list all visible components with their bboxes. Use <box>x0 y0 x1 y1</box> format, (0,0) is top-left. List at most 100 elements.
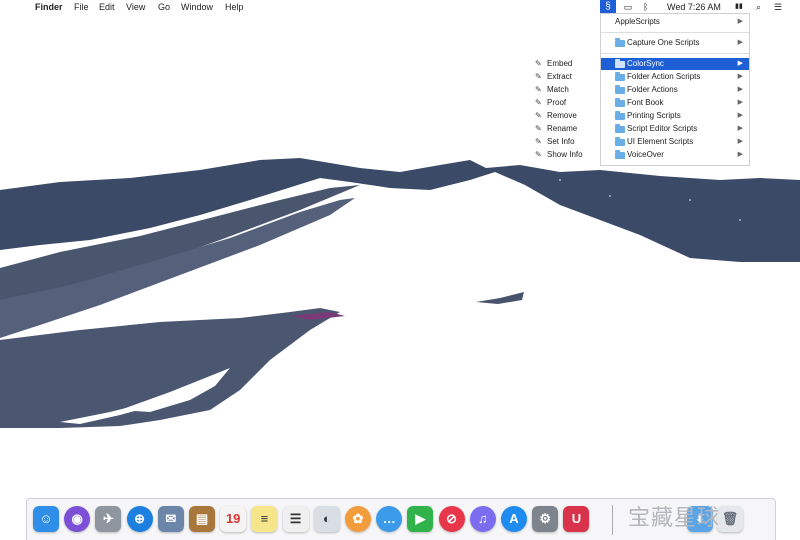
app-store-icon[interactable]: A <box>501 506 527 532</box>
submenu-arrow-icon: ▶ <box>737 151 743 158</box>
folder-icon <box>615 38 625 47</box>
script-menu-item-label: Script Editor Scripts <box>627 124 698 133</box>
script-menu-item-font-book[interactable]: Font Book ▶ <box>601 97 749 109</box>
magnet-icon[interactable]: U <box>563 506 590 532</box>
colorsync-item-rename[interactable]: ✎ Rename <box>533 122 599 135</box>
menu-help[interactable]: Help <box>225 0 244 14</box>
script-menu-item-label: Folder Action Scripts <box>627 72 701 81</box>
messages-icon[interactable]: … <box>376 506 403 532</box>
folder-icon <box>615 59 625 68</box>
script-menu-item-folder-action-scripts[interactable]: Folder Action Scripts ▶ <box>601 71 749 83</box>
script-menu-dropdown: AppleScripts ▶ Capture One Scripts ▶ Col… <box>600 13 750 166</box>
menu-window[interactable]: Window <box>181 0 213 14</box>
colorsync-item-remove[interactable]: ✎ Remove <box>533 109 599 122</box>
script-menu-icon[interactable]: § <box>600 0 616 14</box>
menu-separator <box>601 32 749 33</box>
reminders-icon[interactable]: ☰ <box>282 506 309 532</box>
menu-app-name[interactable]: Finder <box>35 0 63 14</box>
trash-icon[interactable]: 🗑 <box>717 506 743 532</box>
airplay-icon[interactable]: ▭ <box>621 0 635 14</box>
script-menu-item-label: ColorSync <box>627 59 664 68</box>
script-menu-item-label: AppleScripts <box>615 17 660 26</box>
colorsync-item-label: Set Info <box>547 137 575 146</box>
script-menu-item-applescripts[interactable]: AppleScripts ▶ <box>601 16 749 28</box>
folder-icon <box>615 150 625 159</box>
colorsync-item-extract[interactable]: ✎ Extract <box>533 70 599 83</box>
script-icon: ✎ <box>535 137 542 146</box>
script-icon: ✎ <box>535 72 542 81</box>
folder-icon <box>615 72 625 81</box>
menu-view[interactable]: View <box>126 0 145 14</box>
calendar-icon[interactable]: 19 <box>220 506 247 532</box>
script-menu-item-printing-scripts[interactable]: Printing Scripts ▶ <box>601 110 749 122</box>
colorsync-item-label: Remove <box>547 111 577 120</box>
script-icon: ✎ <box>535 98 542 107</box>
colorsync-item-match[interactable]: ✎ Match <box>533 83 599 96</box>
colorsync-item-label: Match <box>547 85 569 94</box>
colorsync-item-label: Proof <box>547 98 567 107</box>
facetime-icon[interactable]: ▶ <box>407 506 434 532</box>
colorsync-item-label: Show Info <box>547 150 583 159</box>
colorsync-item-set-info[interactable]: ✎ Set Info <box>533 135 599 148</box>
system-preferences-icon[interactable]: ⚙ <box>532 506 559 532</box>
siri-icon[interactable]: ◉ <box>64 506 91 532</box>
script-menu-item-colorsync[interactable]: ColorSync ▶ <box>601 58 749 70</box>
submenu-arrow-icon: ▶ <box>737 112 743 119</box>
script-menu-item-ui-element-scripts[interactable]: UI Element Scripts ▶ <box>601 136 749 148</box>
submenu-arrow-icon: ▶ <box>737 125 743 132</box>
folder-icon <box>615 85 625 94</box>
colorsync-item-label: Embed <box>547 59 573 68</box>
script-icon: ✎ <box>535 59 542 68</box>
folder-icon <box>615 124 625 133</box>
folder-icon <box>615 111 625 120</box>
script-menu-item-label: Printing Scripts <box>627 111 681 120</box>
script-menu-item-label: VoiceOver <box>627 150 664 159</box>
notebook-icon[interactable]: ▤ <box>189 506 215 532</box>
menu-file[interactable]: File <box>74 0 89 14</box>
script-menu-item-folder-actions[interactable]: Folder Actions ▶ <box>601 84 749 96</box>
submenu-arrow-icon: ▶ <box>737 99 743 106</box>
folder-icon <box>615 98 625 107</box>
script-icon: ✎ <box>535 111 542 120</box>
script-menu-item-label: Folder Actions <box>627 85 678 94</box>
script-menu-item-script-editor-scripts[interactable]: Script Editor Scripts ▶ <box>601 123 749 135</box>
script-menu-item-label: UI Element Scripts <box>627 137 694 146</box>
menu-bar: Finder File Edit View Go Window Help § ▭… <box>0 0 800 14</box>
safari-icon[interactable]: ⊕ <box>126 506 153 532</box>
script-menu-item-capture-one-scripts[interactable]: Capture One Scripts ▶ <box>601 37 749 49</box>
submenu-arrow-icon: ▶ <box>737 86 743 93</box>
submenu-arrow-icon: ▶ <box>737 39 743 46</box>
dock-separator <box>612 505 613 535</box>
menubar-clock[interactable]: Wed 7:26 AM <box>667 0 721 14</box>
notification-center-icon[interactable]: ☰ <box>774 0 782 14</box>
spotlight-search-icon[interactable]: ⌕ <box>756 0 761 14</box>
script-menu-item-voiceover[interactable]: VoiceOver ▶ <box>601 149 749 161</box>
script-menu-item-label: Capture One Scripts <box>627 38 700 47</box>
flag-icon[interactable]: ▮▮ <box>735 0 743 14</box>
itunes-icon[interactable]: ♫ <box>469 506 496 532</box>
script-icon: ✎ <box>535 150 542 159</box>
menu-separator <box>601 53 749 54</box>
script-icon: ✎ <box>535 124 542 133</box>
menu-go[interactable]: Go <box>158 0 170 14</box>
colorsync-item-label: Extract <box>547 72 572 81</box>
notes-icon[interactable]: ≡ <box>251 506 278 532</box>
colorsync-item-embed[interactable]: ✎ Embed <box>533 57 599 70</box>
mail-icon[interactable]: ✉ <box>157 506 184 532</box>
script-menu-item-label: Font Book <box>627 98 664 107</box>
submenu-arrow-icon: ▶ <box>737 60 743 67</box>
launchpad-icon[interactable]: ✈ <box>95 506 122 532</box>
colorsync-item-label: Rename <box>547 124 578 133</box>
photo-booth-icon[interactable]: ◐ <box>313 506 340 532</box>
folder-icon <box>615 137 625 146</box>
submenu-arrow-icon: ▶ <box>737 138 743 145</box>
submenu-arrow-icon: ▶ <box>737 73 743 80</box>
colorsync-item-proof[interactable]: ✎ Proof <box>533 96 599 109</box>
menu-edit[interactable]: Edit <box>99 0 115 14</box>
watermark-text: 宝藏星球 <box>628 506 721 531</box>
news-icon[interactable]: ⊘ <box>438 506 465 532</box>
bluetooth-icon[interactable]: ᛒ <box>643 0 648 14</box>
finder-icon[interactable]: ☺ <box>33 506 59 532</box>
photos-icon[interactable]: ✿ <box>345 506 371 532</box>
colorsync-item-show-info[interactable]: ✎ Show Info <box>533 148 599 161</box>
